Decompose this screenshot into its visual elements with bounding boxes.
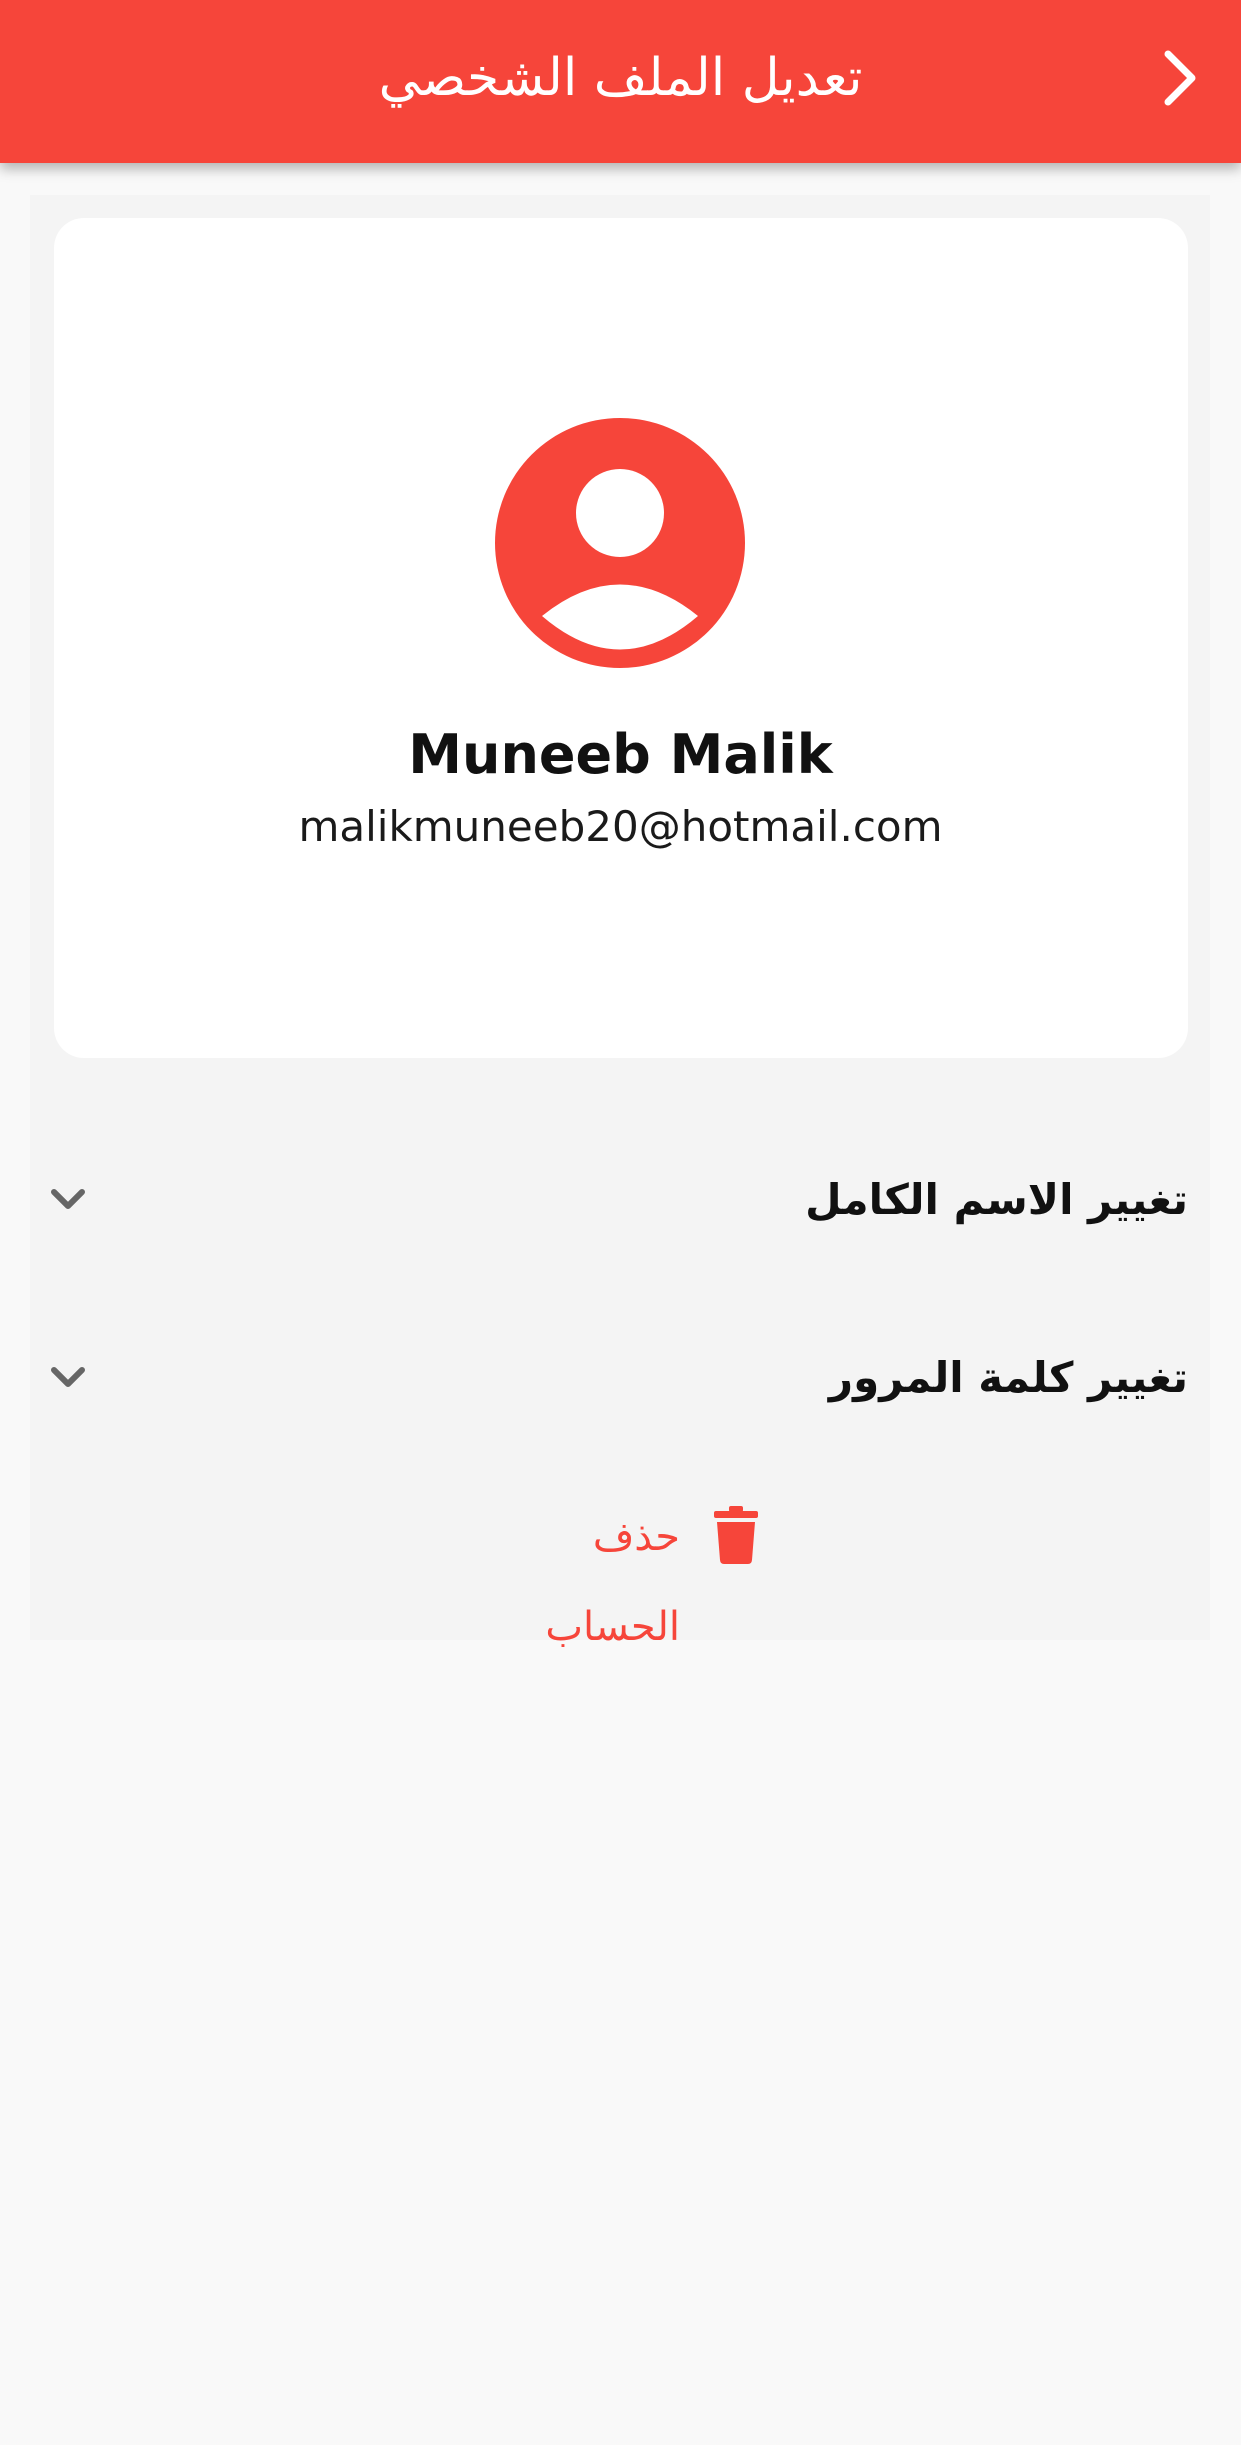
change-full-name-expander[interactable]: تغيير الاسم الكامل	[30, 1135, 1210, 1265]
account-circle-icon	[495, 418, 745, 668]
app-bar: تعديل الملف الشخصي	[0, 0, 1241, 163]
back-button[interactable]	[1140, 38, 1220, 118]
user-name: Muneeb Malik	[408, 723, 833, 786]
change-password-label: تغيير كلمة المرور	[828, 1353, 1188, 1402]
user-email: malikmuneeb20@hotmail.com	[298, 802, 943, 851]
chevron-down-icon	[51, 1367, 85, 1387]
delete-account-button[interactable]: حذف الحساب	[450, 1492, 790, 1650]
change-password-expander[interactable]: تغيير كلمة المرور	[30, 1313, 1210, 1443]
change-full-name-label: تغيير الاسم الكامل	[805, 1175, 1188, 1224]
chevron-right-icon	[1164, 50, 1196, 106]
trash-icon	[714, 1506, 758, 1564]
delete-account-label: حذف الحساب	[545, 1514, 680, 1650]
page-title: تعديل الملف الشخصي	[378, 48, 863, 108]
chevron-down-icon	[51, 1189, 85, 1209]
